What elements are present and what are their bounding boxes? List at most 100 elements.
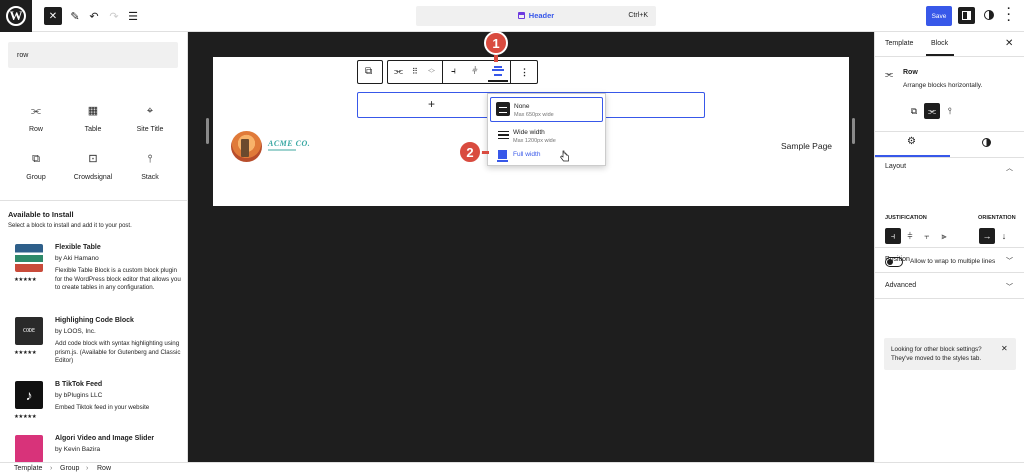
plugin-item-flexible-table[interactable]: ★★★★★ Flexible Table by Aki Hamano Flexi… <box>14 244 185 304</box>
plugin-icon <box>15 435 43 462</box>
orientation-horizontal-button[interactable]: → <box>979 228 995 244</box>
settings-sidebar: Template Block ✕ ⫘ Row Arrange blocks ho… <box>874 32 1024 462</box>
wrap-toggle-label: Allow to wrap to multiple lines <box>910 258 996 265</box>
group-icon: ⧉ <box>365 66 373 77</box>
orientation-vertical-button[interactable]: ↓ <box>996 228 1012 244</box>
resize-handle-left[interactable] <box>206 118 209 144</box>
plugin-item-algori-slider[interactable]: Algori Video and Image Slider by Kevin B… <box>15 435 185 462</box>
plugin-icon: CODE <box>15 317 43 345</box>
block-item-group[interactable]: ⧉ Group <box>8 152 64 181</box>
more-options-icon[interactable]: ⋮ <box>520 66 529 78</box>
advanced-section-title[interactable]: Advanced <box>885 282 916 289</box>
layout-section-title[interactable]: Layout <box>885 163 906 170</box>
wordpress-logo-button[interactable]: W <box>0 0 32 32</box>
vertical-align-icon[interactable]: ⫩ <box>472 66 478 78</box>
group-variation-icon[interactable]: ⧉ <box>906 103 922 119</box>
rating-stars: ★★★★★ <box>14 277 37 283</box>
table-icon: ▦ <box>87 105 99 117</box>
justify-center-button[interactable]: ⫩ <box>902 228 918 244</box>
align-option-wide[interactable]: Wide width Max 1200px wide <box>490 124 603 149</box>
stack-icon: ⫯ <box>147 153 153 165</box>
block-name: Row <box>903 69 918 76</box>
divider <box>875 247 1024 248</box>
row-variation-icon[interactable]: ⫘ <box>924 103 940 119</box>
chevron-down-icon[interactable]: ﹀ <box>1006 282 1013 292</box>
callout-pointer <box>494 55 498 62</box>
position-section-title[interactable]: Position <box>885 256 910 263</box>
site-logo-text: ACME CO. <box>268 139 311 148</box>
save-button[interactable]: Save <box>926 6 952 26</box>
close-inserter-button[interactable]: ✕ <box>44 7 62 25</box>
justify-space-between-button[interactable]: ⫸ <box>936 228 952 244</box>
styles-half-circle-icon[interactable] <box>982 138 991 147</box>
shortcut-hint: Ctrl+K <box>628 12 648 19</box>
toolbar-divider <box>442 61 443 83</box>
step-badge-1: 1 <box>484 31 508 55</box>
align-option-none[interactable]: None Max 650px wide <box>490 97 603 122</box>
divider <box>0 200 187 201</box>
align-button[interactable] <box>488 62 508 82</box>
breadcrumb-group[interactable]: Group <box>60 465 79 472</box>
pencil-icon: ✎ <box>70 10 80 23</box>
document-overview-button[interactable]: ☰ <box>124 7 142 25</box>
styles-icon[interactable] <box>984 10 994 20</box>
divider <box>875 298 1024 299</box>
stack-variation-icon[interactable]: ⫯ <box>942 103 958 119</box>
command-palette-bar[interactable]: Header Ctrl+K <box>416 6 656 26</box>
tiktok-icon: ♪ <box>15 381 43 409</box>
plugin-item-highlighting-code-block[interactable]: CODE ★★★★★ Highlighing Code Block by LOO… <box>14 317 185 377</box>
crowdsignal-icon: ⊡ <box>88 153 98 165</box>
nav-link-sample-page[interactable]: Sample Page <box>781 141 832 151</box>
settings-gear-icon[interactable]: ⚙ <box>907 136 916 147</box>
block-item-site-title[interactable]: ⌖ Site Title <box>122 104 178 133</box>
map-pin-icon: ⌖ <box>146 105 154 117</box>
align-option-full[interactable]: Full width <box>490 147 603 172</box>
divider <box>875 157 1024 158</box>
callout-pointer <box>481 151 489 154</box>
wordpress-icon: W <box>6 6 26 26</box>
close-icon[interactable]: ✕ <box>1005 38 1013 49</box>
align-full-icon <box>497 150 508 162</box>
block-item-crowdsignal[interactable]: ⊡ Crowdsignal <box>65 152 121 181</box>
chevron-up-icon[interactable]: ︿ <box>1006 163 1013 173</box>
breadcrumb: Template › Group › Row <box>0 462 1024 475</box>
hand-cursor-icon <box>560 150 569 162</box>
row-icon[interactable]: ⫘ <box>394 66 403 78</box>
more-options-icon[interactable]: · · · <box>1004 4 1014 27</box>
block-appender-button[interactable]: + <box>428 97 435 111</box>
notice-text: Looking for other block settings? They'v… <box>891 346 982 362</box>
rating-stars: ★★★★★ <box>14 350 37 356</box>
resize-handle-right[interactable] <box>852 118 855 144</box>
tab-block[interactable]: Block <box>931 40 948 47</box>
move-arrows-icon[interactable]: ︿ ﹀ <box>428 65 435 78</box>
align-wide-icon <box>498 131 509 139</box>
settings-panel-toggle[interactable] <box>958 7 975 24</box>
block-item-stack[interactable]: ⫯ Stack <box>122 152 178 181</box>
site-logo[interactable] <box>231 131 262 162</box>
block-item-table[interactable]: ▦ Table <box>65 104 121 133</box>
tools-button[interactable]: ✎ <box>66 7 84 25</box>
breadcrumb-template[interactable]: Template <box>14 465 42 472</box>
alignment-dropdown: None Max 650px wide Wide width Max 1200p… <box>487 93 606 166</box>
close-icon[interactable]: ✕ <box>1001 344 1008 353</box>
row-icon: ⫘ <box>31 105 41 117</box>
chevron-down-icon[interactable]: ﹀ <box>1006 256 1013 266</box>
block-search-input[interactable] <box>8 42 178 68</box>
redo-button[interactable]: ↷ <box>105 7 123 25</box>
breadcrumb-row: Row <box>97 465 112 472</box>
tab-template[interactable]: Template <box>885 40 913 47</box>
justification-label: JUSTIFICATION <box>885 215 927 221</box>
redo-icon: ↷ <box>109 10 119 23</box>
justify-left-button[interactable]: ⫞ <box>885 228 901 244</box>
justify-left-icon[interactable]: ⫞ <box>451 66 456 78</box>
block-inserter-panel: ⫘Row ▦Table ⌖Site Title ⧉Group ⊡Crowdsig… <box>0 32 188 462</box>
plugin-item-b-tiktok-feed[interactable]: ♪ ★★★★★ B TikTok Feed by bPlugins LLC Em… <box>14 381 185 425</box>
rating-stars: ★★★★★ <box>14 414 37 420</box>
step-badge-2: 2 <box>458 140 482 164</box>
available-to-install-desc: Select a block to install and add it to … <box>8 223 132 229</box>
drag-handle-icon[interactable]: ⠿ <box>412 66 418 78</box>
undo-button[interactable]: ↶ <box>85 7 103 25</box>
divider <box>875 272 1024 273</box>
block-item-row[interactable]: ⫘ Row <box>8 104 64 133</box>
justify-right-button[interactable]: ⫟ <box>919 228 935 244</box>
